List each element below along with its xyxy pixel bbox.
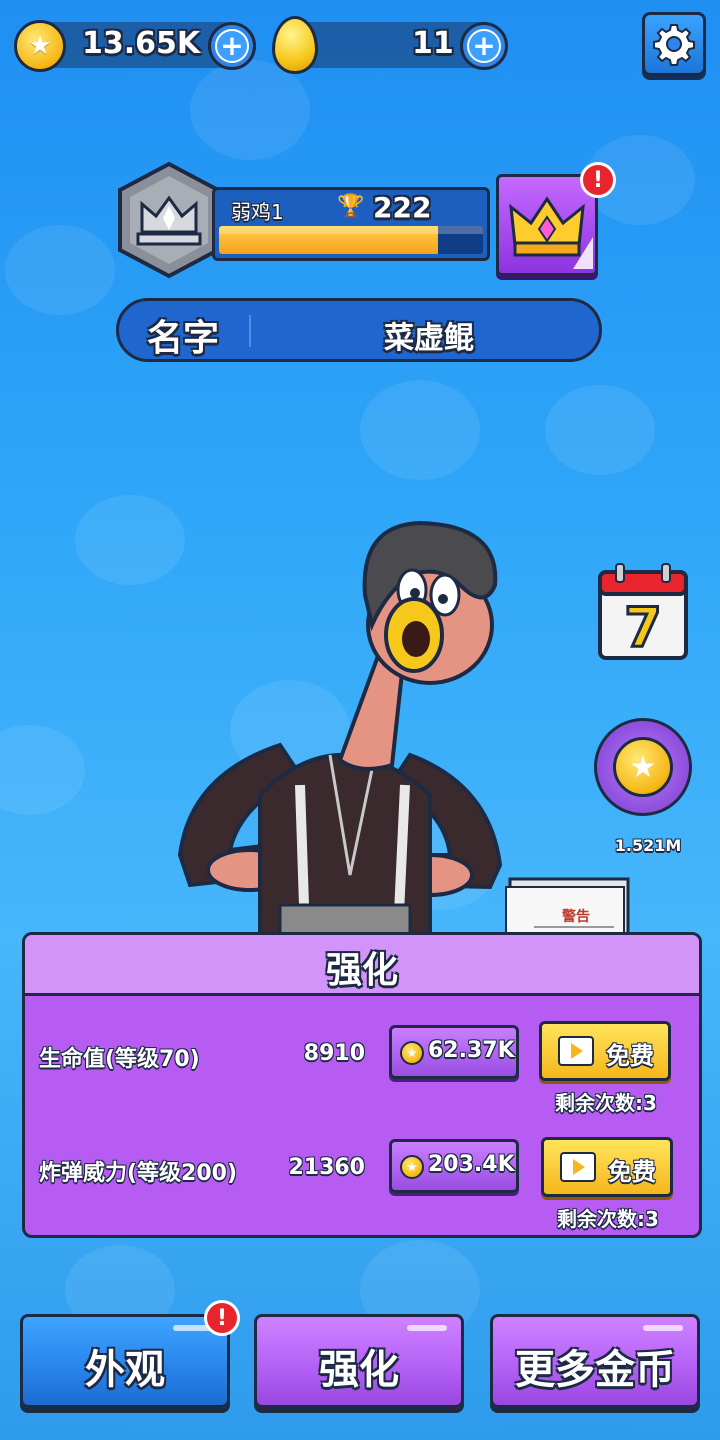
rank-progress-bar — [219, 226, 483, 254]
crown-icon — [509, 196, 593, 269]
appearance-tab-button[interactable]: 外观 — [20, 1314, 230, 1408]
gold-coin-icon: ★ — [14, 20, 66, 72]
player-name-bar[interactable]: 名字 菜虚鲲 — [116, 298, 602, 362]
add-coins-button[interactable]: + — [208, 22, 256, 70]
video-play-icon — [560, 1152, 596, 1182]
plus-icon: + — [467, 29, 501, 63]
upgrade-tab-button[interactable]: 强化 — [254, 1314, 464, 1408]
rank-name: 弱鸡1 — [231, 200, 284, 224]
plus-icon: + — [215, 29, 249, 63]
free-label: 免费 — [606, 1042, 654, 1070]
upgrade-panel-title: 强化 — [325, 950, 398, 991]
upgrade-health-coin-button[interactable]: ★ 62.37K — [389, 1025, 519, 1079]
coin-reward-amount: 1.521M — [614, 836, 682, 855]
name-divider — [249, 315, 251, 347]
paper-label: 警告 — [562, 908, 590, 925]
gear-icon — [653, 24, 695, 66]
player-name: 菜虚鲲 — [384, 321, 474, 356]
video-play-icon — [558, 1036, 594, 1066]
upgrade-health-free-video-button[interactable]: 免费 — [539, 1021, 671, 1081]
free-label: 免费 — [608, 1158, 656, 1186]
chicken-character — [177, 520, 503, 935]
more-coins-tab-button[interactable]: 更多金币 — [490, 1314, 700, 1408]
settings-button[interactable] — [642, 12, 706, 76]
golden-egg-icon — [272, 16, 318, 74]
name-label: 名字 — [147, 318, 220, 359]
upgrade-row-label: 炸弹威力(等级200) — [39, 1161, 238, 1186]
upgrade-row-value: 21360 — [288, 1155, 365, 1180]
gold-coin-icon: ★ — [400, 1155, 424, 1179]
warning-papers-prop: 警告 — [505, 877, 630, 935]
calendar-day: 7 — [624, 596, 662, 659]
gold-coin-icon: ★ — [400, 1041, 424, 1065]
button-shine — [643, 1325, 683, 1331]
appearance-alert-badge: ! — [204, 1300, 240, 1336]
button-shine — [407, 1325, 447, 1331]
upgrade-cost: 203.4K — [428, 1152, 515, 1177]
upgrade-bomb-free-video-button[interactable]: 免费 — [541, 1137, 673, 1197]
appearance-tab-label: 外观 — [85, 1347, 165, 1393]
remaining-count: 剩余次数:3 — [555, 1091, 657, 1115]
upgrade-panel-header: 强化 — [25, 935, 699, 996]
upgrade-row-label: 生命值(等级70) — [39, 1047, 200, 1072]
upgrade-panel: 强化 生命值(等级70) 8910 ★ 62.37K 免费 剩余次数:3 炸弹威… — [22, 932, 702, 1238]
add-eggs-button[interactable]: + — [460, 22, 508, 70]
upgrade-cost: 62.37K — [428, 1038, 515, 1063]
trophy-count: 222 — [373, 191, 432, 224]
upgrade-tab-label: 强化 — [319, 1347, 399, 1393]
egg-balance: 11 — [412, 26, 454, 61]
rank-progress-panel: 弱鸡1 🏆 222 — [212, 187, 490, 261]
crown-alert-badge: ! — [580, 162, 616, 198]
rank-badge-icon — [118, 161, 220, 279]
coin-reward-button[interactable]: ★ — [594, 718, 692, 816]
more-coins-tab-label: 更多金币 — [515, 1347, 675, 1393]
remaining-count: 剩余次数:3 — [557, 1207, 659, 1231]
gold-coin-icon: ★ — [613, 737, 673, 797]
upgrade-row-value: 8910 — [303, 1041, 365, 1066]
daily-calendar-icon[interactable]: 7 — [598, 562, 688, 660]
trophy-icon: 🏆 — [337, 194, 365, 219]
coin-balance: 13.65K — [82, 26, 201, 61]
progress-shine — [219, 226, 483, 234]
upgrade-bomb-coin-button[interactable]: ★ 203.4K — [389, 1139, 519, 1193]
